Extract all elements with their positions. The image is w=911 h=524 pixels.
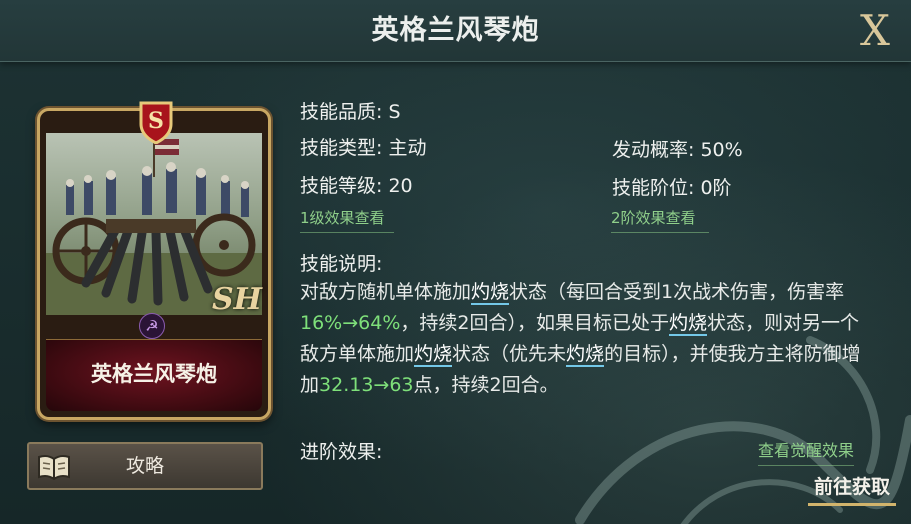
hammer-sickle-icon: ☭ — [139, 313, 165, 339]
title-bar: 英格兰风琴炮 X — [0, 0, 911, 62]
skill-rank: 技能阶位: 0阶 — [612, 177, 732, 199]
window-title: 英格兰风琴炮 — [371, 15, 540, 46]
grade-s-badge: S — [139, 101, 173, 144]
skill-type: 技能类型: 主动 — [300, 137, 427, 159]
acquire-button[interactable]: 前往获取 — [808, 472, 896, 506]
guide-button[interactable]: 攻略 — [27, 442, 263, 490]
keyword-burn-link[interactable]: 灼烧 — [566, 343, 605, 367]
trigger-rate: 发动概率: 50% — [612, 139, 743, 161]
svg-text:S: S — [148, 108, 164, 134]
rank2-effect-link[interactable]: 2阶效果查看 — [611, 207, 709, 233]
close-button[interactable]: X — [852, 8, 898, 54]
keyword-burn-link[interactable]: 灼烧 — [471, 281, 510, 305]
defense-bonus-value: 32.13→63 — [319, 374, 414, 396]
advance-effect-title: 进阶效果: — [300, 441, 383, 463]
guide-button-label: 攻略 — [125, 455, 164, 477]
damage-rate-value: 16%→64% — [300, 312, 401, 334]
level1-effect-link[interactable]: 1级效果查看 — [300, 207, 394, 233]
keyword-burn-link[interactable]: 灼烧 — [414, 343, 453, 367]
card-name: 英格兰风琴炮 — [91, 362, 217, 386]
awaken-effect-link[interactable]: 查看觉醒效果 — [758, 437, 855, 466]
artist-signature: SH — [212, 282, 263, 317]
skill-card: 英格兰风琴炮 — [37, 108, 271, 420]
keyword-burn-link[interactable]: 灼烧 — [668, 312, 707, 336]
skill-quality: 技能品质: S — [300, 101, 401, 123]
skill-description: 对敌方随机单体施加灼烧状态（每回合受到1次战术伤害，伤害率16%→64%，持续2… — [300, 281, 861, 396]
skill-detail-panel: 英格兰风琴炮 X 英格兰风琴炮 S ☭ SH 攻略 技能品质: S 技能类型: … — [0, 0, 911, 524]
skill-level: 技能等级: 20 — [300, 175, 413, 197]
skill-description-title: 技能说明: — [300, 253, 383, 275]
